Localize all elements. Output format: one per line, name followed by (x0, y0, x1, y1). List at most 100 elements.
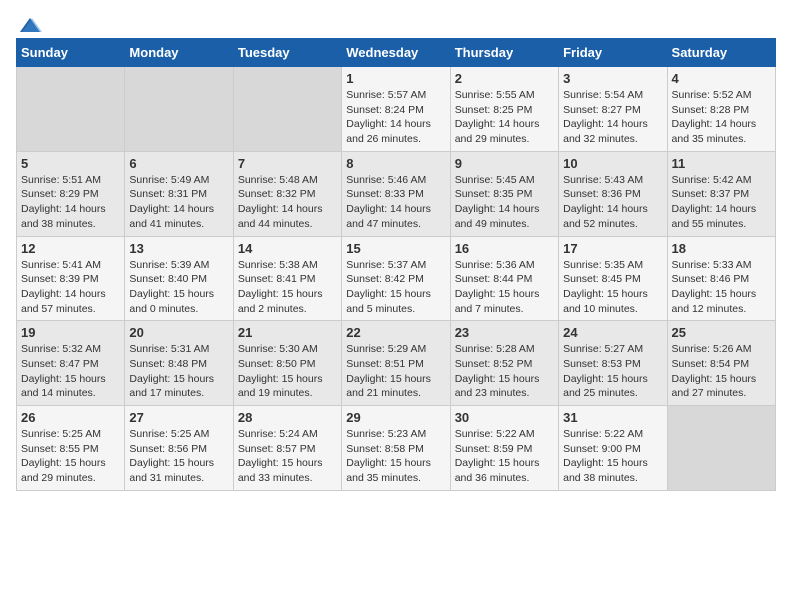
day-info: Sunrise: 5:25 AM Sunset: 8:56 PM Dayligh… (129, 427, 228, 486)
weekday-header-monday: Monday (125, 39, 233, 67)
day-info: Sunrise: 5:42 AM Sunset: 8:37 PM Dayligh… (672, 173, 771, 232)
calendar-cell: 21Sunrise: 5:30 AM Sunset: 8:50 PM Dayli… (233, 321, 341, 406)
calendar-cell: 24Sunrise: 5:27 AM Sunset: 8:53 PM Dayli… (559, 321, 667, 406)
day-info: Sunrise: 5:29 AM Sunset: 8:51 PM Dayligh… (346, 342, 445, 401)
calendar-cell: 30 Sunrise: 5:22 AM Sunset: 8:59 PM Dayli… (450, 406, 558, 491)
calendar-cell: 2 Sunrise: 5:55 AM Sunset: 8:25 PM Daylig… (450, 67, 558, 152)
calendar-cell: 28 Sunrise: 5:24 AM Sunset: 8:57 PM Dayli… (233, 406, 341, 491)
calendar-cell: 22 Sunrise: 5:29 AM Sunset: 8:51 PM Dayli… (342, 321, 450, 406)
calendar-cell: 27 Sunrise: 5:25 AM Sunset: 8:56 PM Dayli… (125, 406, 233, 491)
day-number: 31 (563, 410, 662, 425)
weekday-header-row: SundayMondayTuesdayWednesdayThursdayFrid… (17, 39, 776, 67)
day-info: Sunrise: 5:23 AM Sunset: 8:58 PM Dayligh… (346, 427, 445, 486)
day-info: Sunrise: 5:51 AM Sunset: 8:29 PM Dayligh… (21, 173, 120, 232)
day-info: Sunrise: 5:41 AM Sunset: 8:39 PM Dayligh… (21, 258, 120, 317)
day-info: Sunrise: 5:49 AM Sunset: 8:31 PM Dayligh… (129, 173, 228, 232)
day-number: 23 (455, 325, 554, 340)
day-number: 4 (672, 71, 771, 86)
day-info: Sunrise: 5:45 AM Sunset: 8:35 PM Dayligh… (455, 173, 554, 232)
calendar-cell: 14 Sunrise: 5:38 AM Sunset: 8:41 PM Dayli… (233, 236, 341, 321)
day-number: 5 (21, 156, 120, 171)
day-info: Sunrise: 5:31 AM Sunset: 8:48 PM Dayligh… (129, 342, 228, 401)
day-info: Sunrise: 5:54 AM Sunset: 8:27 PM Dayligh… (563, 88, 662, 147)
day-info: Sunrise: 5:38 AM Sunset: 8:41 PM Dayligh… (238, 258, 337, 317)
day-number: 15 (346, 241, 445, 256)
day-number: 27 (129, 410, 228, 425)
weekday-header-thursday: Thursday (450, 39, 558, 67)
day-number: 7 (238, 156, 337, 171)
day-info: Sunrise: 5:30 AM Sunset: 8:50 PM Dayligh… (238, 342, 337, 401)
calendar-cell: 18Sunrise: 5:33 AM Sunset: 8:46 PM Dayli… (667, 236, 775, 321)
day-info: Sunrise: 5:24 AM Sunset: 8:57 PM Dayligh… (238, 427, 337, 486)
calendar-cell: 3 Sunrise: 5:54 AM Sunset: 8:27 PM Daylig… (559, 67, 667, 152)
calendar-week-row: 19Sunrise: 5:32 AM Sunset: 8:47 PM Dayli… (17, 321, 776, 406)
page-header (16, 16, 776, 30)
calendar-cell (17, 67, 125, 152)
calendar-cell: 9 Sunrise: 5:45 AM Sunset: 8:35 PM Daylig… (450, 151, 558, 236)
day-number: 6 (129, 156, 228, 171)
day-info: Sunrise: 5:32 AM Sunset: 8:47 PM Dayligh… (21, 342, 120, 401)
day-info: Sunrise: 5:57 AM Sunset: 8:24 PM Dayligh… (346, 88, 445, 147)
logo (16, 16, 42, 30)
calendar-cell: 23 Sunrise: 5:28 AM Sunset: 8:52 PM Dayli… (450, 321, 558, 406)
day-info: Sunrise: 5:55 AM Sunset: 8:25 PM Dayligh… (455, 88, 554, 147)
calendar-week-row: 5 Sunrise: 5:51 AM Sunset: 8:29 PM Daylig… (17, 151, 776, 236)
day-info: Sunrise: 5:22 AM Sunset: 8:59 PM Dayligh… (455, 427, 554, 486)
calendar-cell: 4 Sunrise: 5:52 AM Sunset: 8:28 PM Daylig… (667, 67, 775, 152)
day-info: Sunrise: 5:46 AM Sunset: 8:33 PM Dayligh… (346, 173, 445, 232)
weekday-header-sunday: Sunday (17, 39, 125, 67)
calendar-cell: 29 Sunrise: 5:23 AM Sunset: 8:58 PM Dayli… (342, 406, 450, 491)
day-info: Sunrise: 5:48 AM Sunset: 8:32 PM Dayligh… (238, 173, 337, 232)
day-number: 26 (21, 410, 120, 425)
calendar-cell: 5 Sunrise: 5:51 AM Sunset: 8:29 PM Daylig… (17, 151, 125, 236)
calendar-week-row: 12 Sunrise: 5:41 AM Sunset: 8:39 PM Dayli… (17, 236, 776, 321)
calendar-cell: 13Sunrise: 5:39 AM Sunset: 8:40 PM Dayli… (125, 236, 233, 321)
calendar-cell: 16 Sunrise: 5:36 AM Sunset: 8:44 PM Dayli… (450, 236, 558, 321)
calendar-cell: 20Sunrise: 5:31 AM Sunset: 8:48 PM Dayli… (125, 321, 233, 406)
calendar-cell: 19Sunrise: 5:32 AM Sunset: 8:47 PM Dayli… (17, 321, 125, 406)
calendar-table: SundayMondayTuesdayWednesdayThursdayFrid… (16, 38, 776, 491)
day-number: 9 (455, 156, 554, 171)
logo-icon (18, 16, 42, 34)
day-info: Sunrise: 5:52 AM Sunset: 8:28 PM Dayligh… (672, 88, 771, 147)
day-number: 11 (672, 156, 771, 171)
day-info: Sunrise: 5:27 AM Sunset: 8:53 PM Dayligh… (563, 342, 662, 401)
day-number: 16 (455, 241, 554, 256)
day-number: 8 (346, 156, 445, 171)
day-info: Sunrise: 5:43 AM Sunset: 8:36 PM Dayligh… (563, 173, 662, 232)
day-info: Sunrise: 5:28 AM Sunset: 8:52 PM Dayligh… (455, 342, 554, 401)
calendar-cell (125, 67, 233, 152)
day-number: 17 (563, 241, 662, 256)
day-number: 10 (563, 156, 662, 171)
calendar-cell (233, 67, 341, 152)
calendar-cell: 11 Sunrise: 5:42 AM Sunset: 8:37 PM Dayli… (667, 151, 775, 236)
weekday-header-saturday: Saturday (667, 39, 775, 67)
day-number: 25 (672, 325, 771, 340)
calendar-cell: 6 Sunrise: 5:49 AM Sunset: 8:31 PM Daylig… (125, 151, 233, 236)
weekday-header-wednesday: Wednesday (342, 39, 450, 67)
calendar-week-row: 1 Sunrise: 5:57 AM Sunset: 8:24 PM Daylig… (17, 67, 776, 152)
calendar-cell: 1 Sunrise: 5:57 AM Sunset: 8:24 PM Daylig… (342, 67, 450, 152)
day-info: Sunrise: 5:26 AM Sunset: 8:54 PM Dayligh… (672, 342, 771, 401)
calendar-cell: 7 Sunrise: 5:48 AM Sunset: 8:32 PM Daylig… (233, 151, 341, 236)
calendar-cell: 12 Sunrise: 5:41 AM Sunset: 8:39 PM Dayli… (17, 236, 125, 321)
day-number: 3 (563, 71, 662, 86)
day-number: 12 (21, 241, 120, 256)
day-number: 2 (455, 71, 554, 86)
day-info: Sunrise: 5:33 AM Sunset: 8:46 PM Dayligh… (672, 258, 771, 317)
day-info: Sunrise: 5:35 AM Sunset: 8:45 PM Dayligh… (563, 258, 662, 317)
day-number: 14 (238, 241, 337, 256)
day-number: 29 (346, 410, 445, 425)
day-info: Sunrise: 5:25 AM Sunset: 8:55 PM Dayligh… (21, 427, 120, 486)
calendar-cell: 31Sunrise: 5:22 AM Sunset: 9:00 PM Dayli… (559, 406, 667, 491)
calendar-cell: 8 Sunrise: 5:46 AM Sunset: 8:33 PM Daylig… (342, 151, 450, 236)
day-number: 13 (129, 241, 228, 256)
day-number: 28 (238, 410, 337, 425)
calendar-cell: 17 Sunrise: 5:35 AM Sunset: 8:45 PM Dayli… (559, 236, 667, 321)
day-number: 30 (455, 410, 554, 425)
day-info: Sunrise: 5:36 AM Sunset: 8:44 PM Dayligh… (455, 258, 554, 317)
day-number: 22 (346, 325, 445, 340)
calendar-cell: 26 Sunrise: 5:25 AM Sunset: 8:55 PM Dayli… (17, 406, 125, 491)
day-number: 1 (346, 71, 445, 86)
calendar-cell: 25 Sunrise: 5:26 AM Sunset: 8:54 PM Dayli… (667, 321, 775, 406)
